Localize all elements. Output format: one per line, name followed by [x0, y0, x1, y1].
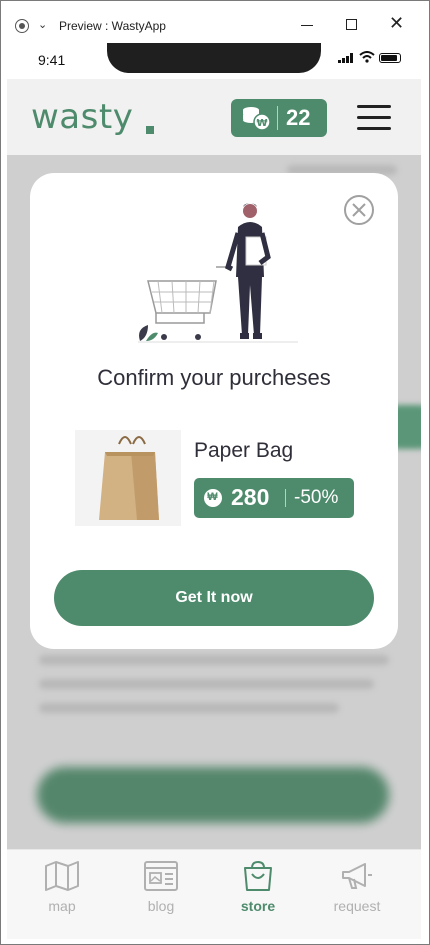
- coin-balance-chip[interactable]: ₩ 22: [231, 99, 327, 137]
- map-icon: [45, 861, 79, 891]
- chevron-down-icon[interactable]: ⌄: [38, 18, 47, 31]
- shopping-illustration: [138, 203, 298, 343]
- store-bag-icon: [244, 860, 272, 891]
- bottom-nav: map blog store request: [7, 849, 421, 939]
- window-titlebar: ⌄ Preview : WastyApp ✕: [1, 1, 429, 43]
- window-title: Preview : WastyApp: [59, 19, 166, 33]
- app-window: ⌄ Preview : WastyApp ✕ 9:41 wasty ₩ 22 C…: [0, 0, 430, 945]
- notch: [107, 43, 321, 73]
- svg-text:₩: ₩: [256, 118, 267, 129]
- status-bar: 9:41: [7, 43, 421, 79]
- close-window-button[interactable]: ✕: [389, 14, 404, 32]
- app-logo[interactable]: wasty: [31, 97, 133, 137]
- discount-badge: -50%: [294, 487, 339, 508]
- menu-icon[interactable]: [357, 103, 393, 133]
- app-header: wasty ₩ 22: [7, 79, 421, 155]
- nav-label-map: map: [48, 898, 76, 914]
- nav-label-store: store: [240, 898, 276, 914]
- get-it-now-button[interactable]: Get It now: [54, 570, 374, 626]
- record-icon[interactable]: [15, 19, 29, 33]
- blur-button: [37, 767, 389, 823]
- coins-icon: ₩: [243, 107, 271, 131]
- phone-screen: 9:41 wasty ₩ 22 Confirm your purcheses P…: [7, 43, 421, 939]
- nav-item-store[interactable]: store: [213, 860, 303, 930]
- blur-text: [39, 703, 339, 713]
- wifi-icon: [359, 51, 375, 63]
- won-coin-icon: ₩: [204, 489, 222, 507]
- confirm-purchase-modal: Confirm your purcheses Paper Bag ₩ 280 -…: [30, 173, 398, 649]
- blog-icon: [144, 861, 178, 891]
- status-time: 9:41: [38, 52, 66, 68]
- chip-divider: [277, 106, 278, 130]
- coin-count: 22: [286, 105, 311, 130]
- paper-bag-icon: [99, 436, 159, 520]
- maximize-button[interactable]: [346, 19, 357, 30]
- product-price: 280: [231, 484, 270, 510]
- nav-item-map[interactable]: map: [17, 860, 107, 930]
- close-modal-button[interactable]: [344, 195, 374, 225]
- logo-dot: [146, 126, 154, 134]
- blur-text: [39, 679, 374, 689]
- minimize-button[interactable]: [301, 25, 313, 26]
- paper-bag-image: [75, 430, 181, 526]
- product-name: Paper Bag: [194, 439, 294, 462]
- nav-item-blog[interactable]: blog: [116, 860, 206, 930]
- modal-title: Confirm your purcheses: [97, 365, 331, 390]
- nav-label-blog: blog: [147, 898, 175, 914]
- battery-icon: [379, 53, 401, 63]
- blur-text: [39, 655, 389, 665]
- close-icon: [352, 203, 366, 217]
- price-chip: ₩ 280 -50%: [194, 478, 354, 518]
- price-divider: [285, 489, 286, 507]
- nav-label-request: request: [333, 898, 381, 914]
- signal-icon: [338, 53, 354, 63]
- nav-item-request[interactable]: request: [312, 860, 402, 930]
- megaphone-icon: [342, 863, 372, 889]
